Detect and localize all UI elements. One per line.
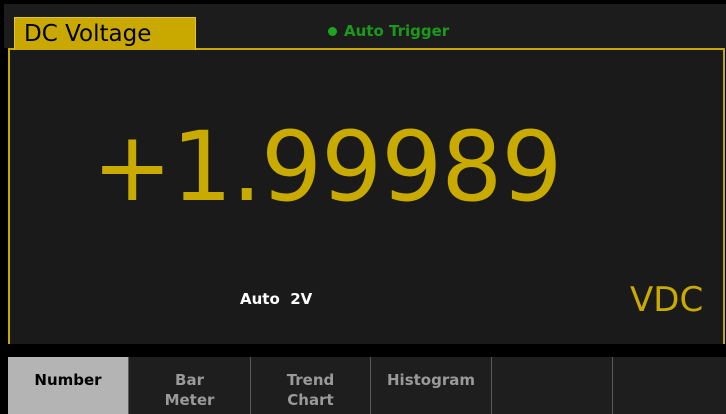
function-tab[interactable]: DC Voltage [14, 17, 196, 50]
multimeter-screen: DC Voltage Auto Trigger +1.99989 Auto 2V… [0, 0, 726, 414]
softkey-empty-6[interactable] [613, 357, 726, 414]
softkey-trend-chart[interactable]: Trend Chart [251, 357, 371, 414]
softkey-histogram[interactable]: Histogram [371, 357, 492, 414]
trigger-indicator-icon [328, 26, 337, 36]
measurement-value: +1.99989 [92, 111, 562, 223]
unit-label: VDC [630, 280, 704, 320]
range-label: Auto 2V [240, 290, 313, 308]
trigger-status: Auto Trigger [328, 20, 449, 42]
trigger-label: Auto Trigger [344, 22, 450, 40]
softkey-bar: Number Bar Meter Trend Chart Histogram [8, 357, 726, 414]
softkey-empty-5[interactable] [492, 357, 613, 414]
softkey-bar-meter[interactable]: Bar Meter [129, 357, 251, 414]
softkey-number[interactable]: Number [8, 357, 129, 414]
function-label: DC Voltage [24, 21, 152, 47]
